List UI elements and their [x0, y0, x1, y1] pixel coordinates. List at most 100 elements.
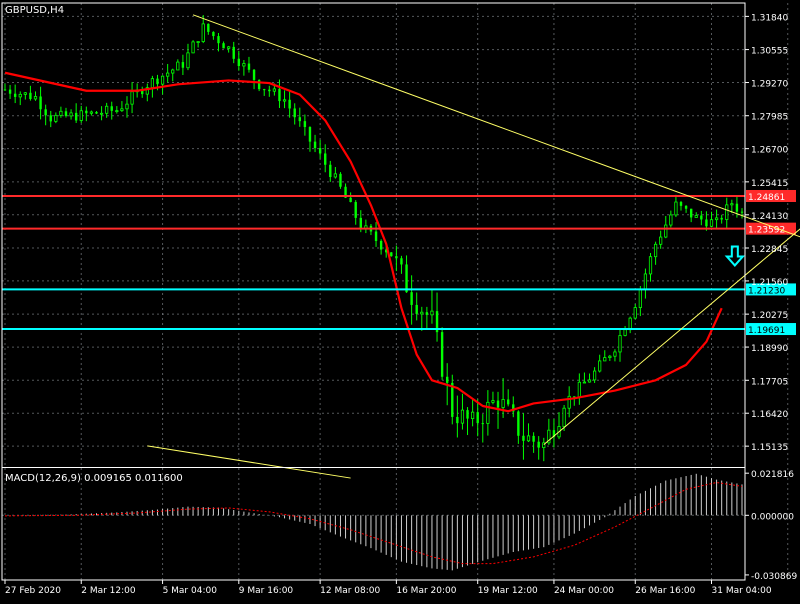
candle-body-bear [415, 304, 418, 314]
candle-body-bear [268, 89, 271, 92]
candle-body-bull [201, 23, 205, 42]
candle-body-bear [3, 89, 7, 91]
candle-body-bull [608, 355, 612, 358]
candle-body-bull [694, 215, 698, 218]
candle-body-bear [405, 264, 408, 293]
candle-body-bear [263, 89, 266, 91]
candle-body-bull [420, 311, 424, 315]
candle-body-bear [684, 205, 688, 209]
candle-body-bear [359, 217, 362, 229]
candle-body-bull [714, 217, 719, 221]
x-tick-label: 9 Mar 16:00 [239, 586, 294, 596]
macd-label: MACD(12,26,9) 0.009165 0.011600 [5, 473, 183, 484]
x-tick-label: 27 Feb 2020 [5, 586, 61, 596]
candle-body-bear [496, 400, 500, 408]
macd-y-tick-label: 0.000000 [751, 512, 794, 522]
candle-body-bear [517, 411, 520, 436]
candle-body-bull [54, 114, 58, 122]
candle-body-bear [64, 111, 68, 116]
candle-body-bear [207, 23, 210, 32]
candle-body-bear [705, 219, 708, 227]
candle-body-bear [700, 215, 703, 220]
resistance-level-label: 1.23592 [748, 226, 785, 236]
candle-body-bear [298, 117, 301, 122]
candle-body-bear [339, 173, 342, 187]
candle-body-bull [659, 236, 663, 245]
y-tick-label: 1.25415 [751, 179, 788, 189]
candle-body-bull [638, 288, 642, 308]
candle-body-bear [13, 93, 17, 97]
candle-body-bull [587, 379, 592, 383]
candle-body-bear [29, 92, 32, 99]
price-chart-svg[interactable]: 1.248611.235921.212301.19691 1.318401.30… [0, 0, 800, 600]
candle-body-bull [664, 224, 668, 238]
y-tick-label: 1.17705 [751, 377, 788, 387]
x-tick-label: 19 Mar 12:00 [478, 586, 538, 596]
candle-body-bull [186, 52, 190, 69]
y-tick-label: 1.30555 [751, 47, 788, 57]
candle-body-bull [603, 357, 607, 362]
candle-body-bull [623, 329, 627, 336]
candle-body-bull [628, 317, 632, 331]
x-tick-label: 12 Mar 08:00 [320, 586, 380, 596]
candle-body-bull [613, 351, 617, 357]
candle-body-bear [532, 435, 535, 442]
y-tick-label: 1.26700 [751, 146, 788, 156]
candle-body-bear [85, 110, 88, 114]
y-tick-label: 1.31840 [751, 13, 788, 23]
candle-body-bear [222, 43, 225, 49]
resistance-level-label: 1.24861 [748, 193, 785, 203]
candle-body-bull [79, 110, 83, 121]
candle-body-bull [59, 110, 63, 116]
candle-body-bull [227, 46, 231, 49]
candle-body-bear [451, 382, 454, 417]
candle-body-bear [537, 441, 540, 448]
candle-body-bull [18, 93, 22, 98]
candle-body-bear [354, 202, 357, 218]
candle-body-bull [130, 91, 134, 105]
candle-body-bull [176, 61, 180, 71]
candle-body-bear [44, 109, 47, 116]
candle-body-bear [374, 231, 378, 241]
candle-body-bear [252, 69, 256, 80]
candle-body-bull [115, 110, 119, 113]
candle-body-bear [308, 127, 312, 142]
candle-body-bull [430, 310, 434, 316]
candle-body-bear [329, 164, 332, 178]
candle-body-bear [446, 376, 449, 383]
candle-body-bull [99, 112, 104, 115]
candle-body-bull [69, 112, 73, 117]
y-tick-label: 1.21560 [751, 278, 788, 288]
y-tick-label: 1.20275 [751, 311, 788, 321]
candle-body-bull [460, 409, 465, 424]
candle-body-bull [501, 399, 505, 408]
support-level-label: 1.19691 [748, 326, 785, 336]
candle-body-bull [471, 411, 475, 420]
candle-body-bear [476, 412, 479, 424]
y-tick-label: 1.15135 [751, 443, 788, 453]
candle-body-bear [74, 112, 78, 121]
candle-body-bull [598, 360, 602, 372]
candle-body-bear [288, 99, 291, 109]
macd-y-tick-label: -0.030869 [751, 572, 797, 582]
candle-body-bull [562, 407, 566, 427]
candle-body-bear [278, 88, 281, 102]
x-tick-label: 5 Mar 04:00 [163, 586, 218, 596]
candle-body-bear [425, 312, 429, 315]
candle-body-bull [633, 307, 637, 319]
candle-body-bull [648, 256, 653, 275]
candle-body-bull [669, 214, 673, 226]
candle-body-bull [577, 381, 581, 398]
candle-body-bear [456, 416, 459, 424]
candle-body-bear [379, 240, 383, 250]
candle-body-bull [33, 96, 38, 100]
candle-body-bear [324, 153, 327, 165]
candle-body-bear [303, 121, 307, 128]
candle-body-bear [318, 148, 322, 154]
chart-root[interactable]: 1.24861 1.23592 1.21230 1.19691 1.31840 1.30… [0, 0, 800, 600]
x-tick-label: 2 Mar 12:00 [81, 586, 136, 596]
candle-body-bull [526, 435, 531, 442]
y-tick-label: 1.24130 [751, 212, 788, 222]
candle-body-bull [709, 219, 714, 227]
candle-body-bull [333, 173, 337, 178]
